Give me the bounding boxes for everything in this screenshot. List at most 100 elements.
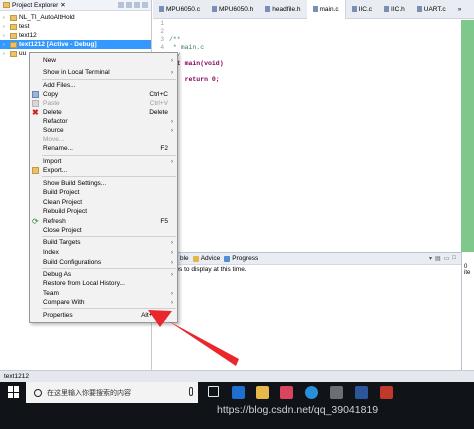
menu-item-build-project[interactable]: Build Project <box>30 188 177 197</box>
expand-arrow-icon[interactable]: › <box>3 51 8 57</box>
menu-item-compare-with[interactable]: Compare With › <box>30 298 177 307</box>
close-icon[interactable]: ✕ <box>60 1 65 9</box>
editor-tab[interactable]: MPU6050.c <box>153 0 206 19</box>
menu-item-clean-project[interactable]: Clean Project <box>30 198 177 207</box>
tree-item-project[interactable]: › NL_TI_AutoAltHold <box>0 13 151 22</box>
code-editor[interactable]: 1 2 3 4 5 6 7 8 9 /** * main.c */ int ma… <box>153 20 474 252</box>
search-placeholder: 在这里输入你要搜索的内容 <box>47 389 131 397</box>
submenu-arrow-icon: › <box>171 158 173 165</box>
menu-separator <box>42 155 176 156</box>
editor-tab[interactable]: MPU6050.h <box>206 0 259 19</box>
menu-shortcut: F2 <box>160 145 168 152</box>
windows-start-icon[interactable] <box>8 386 20 398</box>
tab-progress[interactable]: Progress <box>224 255 258 262</box>
tab-overflow-button[interactable]: » <box>452 0 468 19</box>
minimize-icon[interactable]: ▭ <box>444 255 450 262</box>
menu-item-index[interactable]: Index › <box>30 248 177 257</box>
editor-tab-label: MPU6050.c <box>166 5 200 13</box>
edge-browser-icon[interactable] <box>232 386 245 399</box>
advice-icon <box>192 255 199 262</box>
menu-item-rebuild-project[interactable]: Rebuild Project <box>30 207 177 216</box>
view-menu-icon[interactable]: ▾ <box>429 255 432 262</box>
expand-arrow-icon[interactable]: › <box>3 24 8 30</box>
cortana-icon <box>34 388 42 397</box>
browser-app-icon[interactable] <box>305 386 318 399</box>
menu-item-show-in-terminal[interactable]: Show in Local Terminal › <box>30 68 177 77</box>
menu-item-label: Rename... <box>43 145 73 152</box>
menu-item-build-configurations[interactable]: Build Configurations › <box>30 258 177 267</box>
menu-item-delete[interactable]: ✖ Delete Delete <box>30 108 177 117</box>
menu-item-add-files[interactable]: Add Files... <box>30 81 177 90</box>
menu-item-move[interactable]: Move... <box>30 135 177 144</box>
tree-item-label: NL_TI_AutoAltHold <box>19 14 75 21</box>
tree-item-project[interactable]: › text12 <box>0 31 151 40</box>
submenu-arrow-icon: › <box>171 290 173 297</box>
editor-tab[interactable]: headfile.h <box>259 0 306 19</box>
menu-item-label: Add Files... <box>43 82 76 89</box>
line-number: 1 <box>160 20 164 27</box>
maximize-icon[interactable]: □ <box>452 255 456 262</box>
tab-advice[interactable]: Advice <box>192 255 220 262</box>
tab-problems[interactable]: ble <box>180 255 189 262</box>
menu-item-new[interactable]: New › <box>30 56 177 65</box>
menu-item-export[interactable]: Export... <box>30 166 177 175</box>
microphone-icon[interactable] <box>189 387 193 396</box>
taskbar-search-box[interactable]: 在这里输入你要搜索的内容 <box>26 382 198 403</box>
menu-item-debug-as[interactable]: Debug As › <box>30 270 177 279</box>
menu-item-close-project[interactable]: Close Project <box>30 226 177 235</box>
task-view-icon[interactable] <box>208 386 219 397</box>
project-folder-icon <box>10 14 17 21</box>
view-menu-icon[interactable] <box>134 2 140 8</box>
minimize-icon[interactable] <box>142 2 148 8</box>
app-icon[interactable] <box>380 386 393 399</box>
tab-label: ble <box>180 255 189 262</box>
file-explorer-icon[interactable] <box>256 386 269 399</box>
tree-item-project-selected[interactable]: › text1212 [Active - Debug] <box>0 40 151 49</box>
menu-item-paste[interactable]: Paste Ctrl+V <box>30 99 177 108</box>
word-app-icon[interactable] <box>355 386 368 399</box>
submenu-arrow-icon: › <box>171 69 173 76</box>
editor-tab[interactable]: UART.c <box>411 0 452 19</box>
editor-tab[interactable]: IIC.c <box>346 0 378 19</box>
filter-icon[interactable]: ▤ <box>435 255 441 262</box>
menu-item-source[interactable]: Source › <box>30 126 177 135</box>
expand-arrow-icon[interactable]: › <box>3 42 8 48</box>
menu-item-label: Build Project <box>43 189 80 196</box>
store-app-icon[interactable] <box>280 386 293 399</box>
link-editor-icon[interactable] <box>126 2 132 8</box>
menu-item-rename[interactable]: Rename... F2 <box>30 144 177 153</box>
menu-separator <box>42 268 176 269</box>
line-number: 2 <box>160 28 164 35</box>
empty-message: les to display at this time. <box>174 266 247 273</box>
tree-item-project[interactable]: › test <box>0 22 151 31</box>
submenu-arrow-icon: › <box>171 271 173 278</box>
menu-item-import[interactable]: Import › <box>30 157 177 166</box>
ide-app-icon[interactable] <box>330 386 343 399</box>
editor-tab[interactable]: IIC.h <box>378 0 411 19</box>
editor-tab-label: headfile.h <box>272 5 301 13</box>
export-icon <box>32 167 39 174</box>
context-menu: New › Show in Local Terminal › Add Files..… <box>29 52 178 323</box>
menu-item-show-build-settings[interactable]: Show Build Settings... <box>30 179 177 188</box>
menu-item-label: Refactor <box>43 118 68 125</box>
menu-item-restore-local-history[interactable]: Restore from Local History... <box>30 279 177 288</box>
expand-arrow-icon[interactable]: › <box>3 15 8 21</box>
item-count: 0 ite <box>464 264 471 276</box>
copy-icon <box>32 91 39 98</box>
menu-item-refactor[interactable]: Refactor › <box>30 117 177 126</box>
menu-item-copy[interactable]: Copy Ctrl+C <box>30 90 177 99</box>
expand-arrow-icon[interactable]: › <box>3 33 8 39</box>
menu-item-team[interactable]: Team › <box>30 289 177 298</box>
menu-item-properties[interactable]: Properties Alt+Enter <box>30 311 177 320</box>
editor-tab-label: UART.c <box>423 5 446 13</box>
menu-item-refresh[interactable]: ⟳ Refresh F5 <box>30 217 177 226</box>
menu-item-build-targets[interactable]: Build Targets › <box>30 238 177 247</box>
menu-item-label: Move... <box>43 136 65 143</box>
menu-separator <box>42 236 176 237</box>
project-folder-icon <box>10 41 17 48</box>
project-explorer-title: Project Explorer <box>12 1 59 9</box>
editor-tab-active[interactable]: main.c <box>306 0 346 19</box>
collapse-all-icon[interactable] <box>118 2 124 8</box>
project-explorer-header: Project Explorer ✕ <box>0 0 151 11</box>
